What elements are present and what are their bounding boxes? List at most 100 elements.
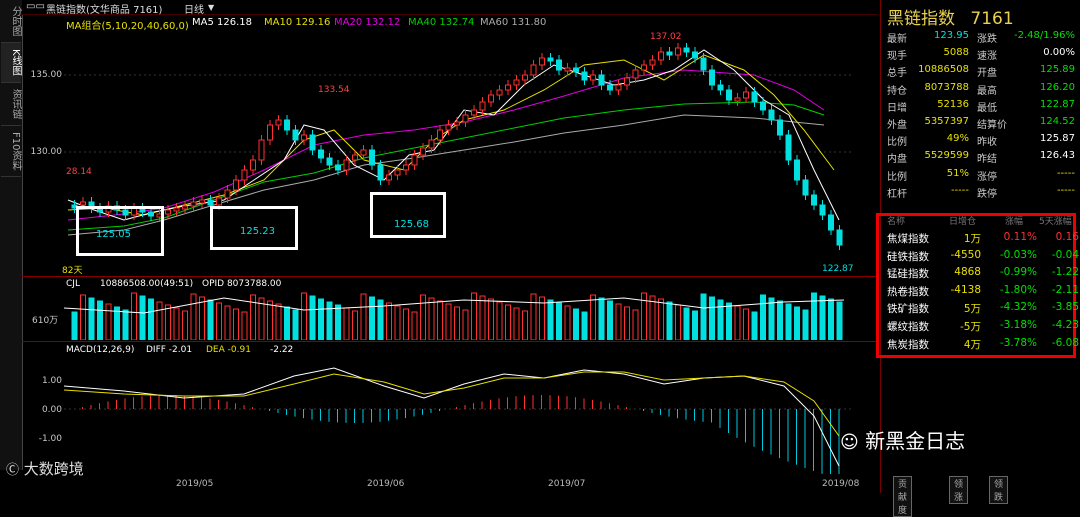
candle <box>428 139 435 149</box>
candle <box>233 179 239 191</box>
candle <box>352 154 358 161</box>
volume-bar <box>496 301 503 340</box>
ma40-line <box>67 101 825 231</box>
sector-change: -4.32% <box>999 301 1037 314</box>
volume-bar <box>649 295 656 340</box>
tab-news[interactable]: 资讯链 <box>1 83 21 126</box>
quote-label: 杠杆 <box>887 188 907 200</box>
quote-label: 日增 <box>887 102 907 114</box>
sector-row[interactable]: 热卷指数 -4138 -1.80% -2.11 <box>887 283 1079 301</box>
candle <box>632 69 639 79</box>
candle <box>607 84 613 91</box>
volume-bar <box>335 304 341 340</box>
volume-bar <box>522 310 528 340</box>
quote-value: 0.00% <box>1043 47 1075 59</box>
volume-bar <box>624 306 630 340</box>
ma60-legend: MA60 131.80 <box>480 17 547 28</box>
volume-bar <box>301 292 307 340</box>
tab-leading-down[interactable]: 领跌 <box>989 476 1009 504</box>
quote-value: 125.87 <box>1040 133 1075 145</box>
volume-bar <box>394 305 401 340</box>
volume-bar <box>216 302 222 340</box>
macd-axis-neg1: -1.00 <box>38 434 62 444</box>
sector-row[interactable]: 焦煤指数 1万 0.11% 0.16 <box>887 231 1079 248</box>
date-label-may: 2019/05 <box>176 479 214 489</box>
window-menu-icon[interactable]: ▭▭ <box>26 1 45 12</box>
volume-bar <box>768 297 775 340</box>
sector-row[interactable]: 螺纹指数 -5万 -3.18% -4.23 <box>887 319 1079 336</box>
candle <box>709 69 715 86</box>
sector-change: -0.99% <box>999 266 1037 279</box>
candle <box>802 179 809 196</box>
volume-bar <box>794 306 800 340</box>
volume-bar <box>726 302 732 340</box>
triangle-down-icon[interactable]: ▼ <box>208 3 214 12</box>
volume-bar <box>105 303 112 340</box>
highlight-box-3 <box>370 192 446 238</box>
quote-label: 外盘 <box>887 120 907 131</box>
ma5-legend: MA5 126.18 <box>192 17 252 28</box>
chart-title-bar: ▭▭ 黑链指数(文华商品 7161) 日线 ▼ <box>22 0 878 16</box>
candlestick-chart[interactable] <box>64 30 854 275</box>
sector-name: 焦炭指数 <box>887 338 929 351</box>
volume-bar <box>437 300 443 340</box>
quote-value: 52136 <box>937 98 969 110</box>
quote-label: 开盘 <box>977 68 997 80</box>
period-selector[interactable]: 日线 <box>184 1 204 16</box>
candle <box>836 229 843 246</box>
tab-leading-up[interactable]: 领涨 <box>949 476 969 504</box>
volume-bar <box>734 305 741 340</box>
volume-bar <box>411 311 418 340</box>
volume-bar <box>173 307 180 340</box>
volume-bar <box>819 295 826 340</box>
volume-bar <box>479 295 486 340</box>
sector-add: 4868 <box>954 266 981 279</box>
candle <box>479 101 486 111</box>
macd-chart[interactable] <box>64 356 854 474</box>
volume-chart[interactable] <box>64 288 854 340</box>
volume-bar <box>547 299 554 340</box>
macd-legend[interactable]: MACD(12,26,9) <box>66 345 134 355</box>
volume-bar <box>71 311 78 340</box>
sector-row[interactable]: 锰硅指数 4868 -0.99% -1.22 <box>887 266 1079 283</box>
volume-bar <box>743 308 749 340</box>
volume-bar <box>88 297 95 340</box>
tab-contribution[interactable]: 贡献度 <box>893 476 913 517</box>
volume-bar <box>267 300 273 340</box>
volume-bar <box>836 301 843 340</box>
candle <box>199 199 205 204</box>
quote-row: 外盘 5357397 结算价 124.52 <box>887 116 1077 132</box>
candle <box>496 89 503 96</box>
volume-bar <box>386 302 392 340</box>
quote-title: 黑链指数 7161 <box>887 9 1014 29</box>
ma20-legend: MA20 132.12 <box>334 17 401 28</box>
watermark-left: Ⓒ 大数跨境 <box>6 460 84 478</box>
quote-row: 比例 49% 昨收 125.87 <box>887 133 1077 149</box>
tab-time-chart[interactable]: 分时图 <box>1 0 21 43</box>
macd-value: -2.22 <box>270 345 294 355</box>
volume-bar <box>556 302 562 340</box>
sector-row[interactable]: 硅铁指数 -4550 -0.03% -0.04 <box>887 248 1079 266</box>
price-axis-135: 135.00 <box>30 70 63 80</box>
candle <box>437 129 443 141</box>
sector-row[interactable]: 焦炭指数 4万 -3.78% -6.08 <box>887 337 1079 354</box>
sector-add: -4138 <box>950 283 981 296</box>
volume-bar <box>717 299 724 340</box>
candle <box>717 84 724 91</box>
quote-label: 持仓 <box>887 85 907 97</box>
sector-row[interactable]: 铁矿指数 5万 -4.32% -3.85 <box>887 301 1079 318</box>
candle <box>547 57 554 62</box>
volume-bar <box>326 301 333 340</box>
candle <box>267 124 273 141</box>
diff-line <box>64 367 840 467</box>
candle <box>326 157 333 166</box>
candle <box>581 71 588 81</box>
volume-bar <box>802 309 809 340</box>
quote-row: 比例 51% 涨停 ----- <box>887 168 1077 184</box>
candle <box>615 84 622 91</box>
volume-bar <box>811 292 817 340</box>
volume-bar <box>709 296 715 340</box>
sector-add: -4550 <box>950 248 981 261</box>
volume-bar <box>360 293 367 340</box>
macd-divider <box>22 341 878 342</box>
